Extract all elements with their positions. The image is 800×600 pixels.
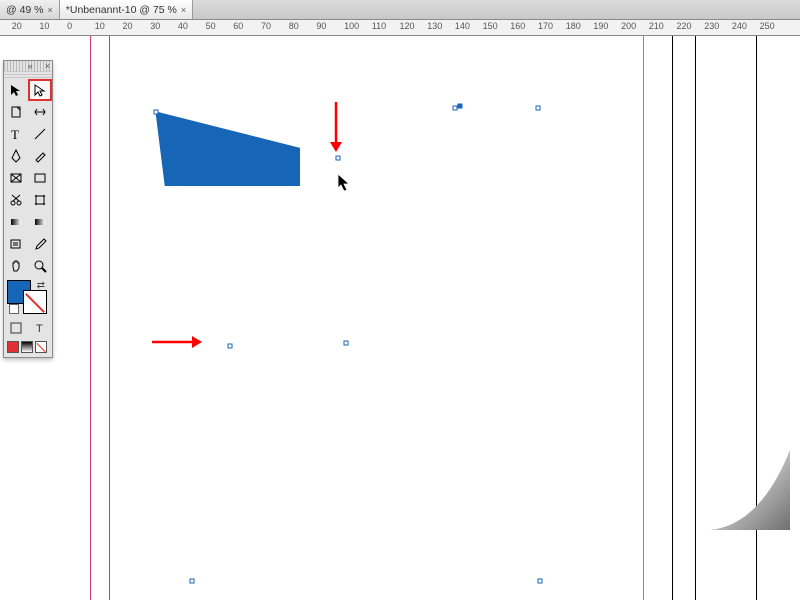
- default-fill-stroke-icon[interactable]: [9, 304, 19, 314]
- selected-anchor-handle[interactable]: [458, 104, 463, 109]
- ruler-tick: 120: [406, 20, 421, 30]
- ruler-tick: 190: [599, 20, 614, 30]
- svg-text:T: T: [36, 323, 43, 335]
- ruler-tick: 60: [239, 20, 249, 30]
- ruler-tick: 20: [129, 20, 139, 30]
- page-edge: [756, 36, 757, 600]
- gap-tool[interactable]: [28, 101, 52, 123]
- ruler-tick: 40: [184, 20, 194, 30]
- zoom-tool[interactable]: [28, 255, 52, 277]
- swap-fill-stroke-icon[interactable]: ⇄: [37, 280, 45, 291]
- page-tool[interactable]: [4, 101, 28, 123]
- ruler-tick: 140: [461, 20, 476, 30]
- page-edge: [672, 36, 673, 600]
- ruler-tick: 200: [627, 20, 642, 30]
- close-icon[interactable]: ×: [181, 5, 186, 15]
- close-icon[interactable]: ×: [48, 5, 53, 15]
- panel-header[interactable]: [4, 61, 52, 71]
- fill-stroke-swatch[interactable]: ⇄: [4, 277, 52, 317]
- ruler-tick: 10: [45, 20, 55, 30]
- ruler-tick: 100: [350, 20, 365, 30]
- ruler-tick: 50: [212, 20, 222, 30]
- ruler-tick: 110: [378, 20, 392, 30]
- anchor-handle[interactable]: [228, 344, 233, 349]
- ruler-tick: 210: [655, 20, 670, 30]
- ruler-tick: 0: [73, 20, 78, 30]
- tab-label: *Unbenannt-10 @ 75 %: [66, 4, 177, 16]
- direct-selection-tool[interactable]: [28, 79, 52, 101]
- color-apply-row: [4, 339, 52, 357]
- ruler-tick: 10: [101, 20, 111, 30]
- rectangle-frame-tool[interactable]: [4, 167, 28, 189]
- anchor-handle[interactable]: [536, 106, 541, 111]
- ruler-tick: 80: [295, 20, 305, 30]
- ruler-tick: 90: [322, 20, 332, 30]
- horizontal-ruler[interactable]: 3020100102030405060708090100110120130140…: [0, 20, 800, 36]
- selection-tool[interactable]: [4, 79, 28, 101]
- stroke-swatch[interactable]: [23, 290, 47, 314]
- scissors-tool[interactable]: [4, 189, 28, 211]
- ruler-tick: 30: [156, 20, 166, 30]
- gradient-swatch-tool[interactable]: [4, 211, 28, 233]
- ruler-tick: 240: [738, 20, 753, 30]
- hand-tool[interactable]: [4, 255, 28, 277]
- mouse-cursor-icon: [338, 174, 352, 195]
- free-transform-tool[interactable]: [28, 189, 52, 211]
- note-tool[interactable]: [4, 233, 28, 255]
- annotation-arrow-down: [329, 102, 343, 152]
- ruler-tick: 160: [516, 20, 531, 30]
- ruler-tick: 230: [710, 20, 725, 30]
- page-edge: [695, 36, 696, 600]
- canvas[interactable]: [0, 36, 800, 600]
- ruler-tick: 170: [544, 20, 559, 30]
- ruler-tick: 130: [433, 20, 448, 30]
- pencil-tool[interactable]: [28, 145, 52, 167]
- page-curl-icon: [710, 450, 790, 530]
- svg-text:T: T: [11, 127, 19, 141]
- ruler-tick: 180: [572, 20, 587, 30]
- annotation-arrow-right: [152, 335, 202, 349]
- document-tab-1[interactable]: @ 49 % ×: [0, 0, 60, 19]
- type-tool[interactable]: T: [4, 123, 28, 145]
- panel-grip[interactable]: [4, 71, 52, 79]
- tab-label: @ 49 %: [6, 4, 44, 16]
- tools-panel[interactable]: T ⇄ T: [3, 60, 53, 358]
- eyedropper-tool[interactable]: [28, 233, 52, 255]
- ruler-tick: 70: [267, 20, 277, 30]
- rectangle-tool[interactable]: [28, 167, 52, 189]
- apply-color-icon[interactable]: [7, 341, 19, 353]
- apply-none-icon[interactable]: [35, 341, 47, 353]
- anchor-handle[interactable]: [154, 110, 159, 115]
- anchor-handle[interactable]: [190, 579, 195, 584]
- anchor-handle[interactable]: [538, 579, 543, 584]
- ruler-tick: 250: [766, 20, 781, 30]
- line-tool[interactable]: [28, 123, 52, 145]
- anchor-handle[interactable]: [336, 156, 341, 161]
- ruler-tick: 20: [18, 20, 28, 30]
- document-tabbar: @ 49 % × *Unbenannt-10 @ 75 % ×: [0, 0, 800, 20]
- document-tab-2[interactable]: *Unbenannt-10 @ 75 % ×: [60, 0, 193, 19]
- pen-tool[interactable]: [4, 145, 28, 167]
- normal-mode-icon[interactable]: [4, 317, 28, 339]
- gradient-feather-tool[interactable]: [28, 211, 52, 233]
- ruler-guide[interactable]: [643, 36, 644, 600]
- center-handle[interactable]: [344, 341, 349, 346]
- preview-mode-icon[interactable]: T: [28, 317, 52, 339]
- blue-polygon[interactable]: [156, 108, 300, 186]
- ruler-tick: 220: [683, 20, 698, 30]
- ruler-tick: 150: [489, 20, 504, 30]
- apply-gradient-icon[interactable]: [21, 341, 33, 353]
